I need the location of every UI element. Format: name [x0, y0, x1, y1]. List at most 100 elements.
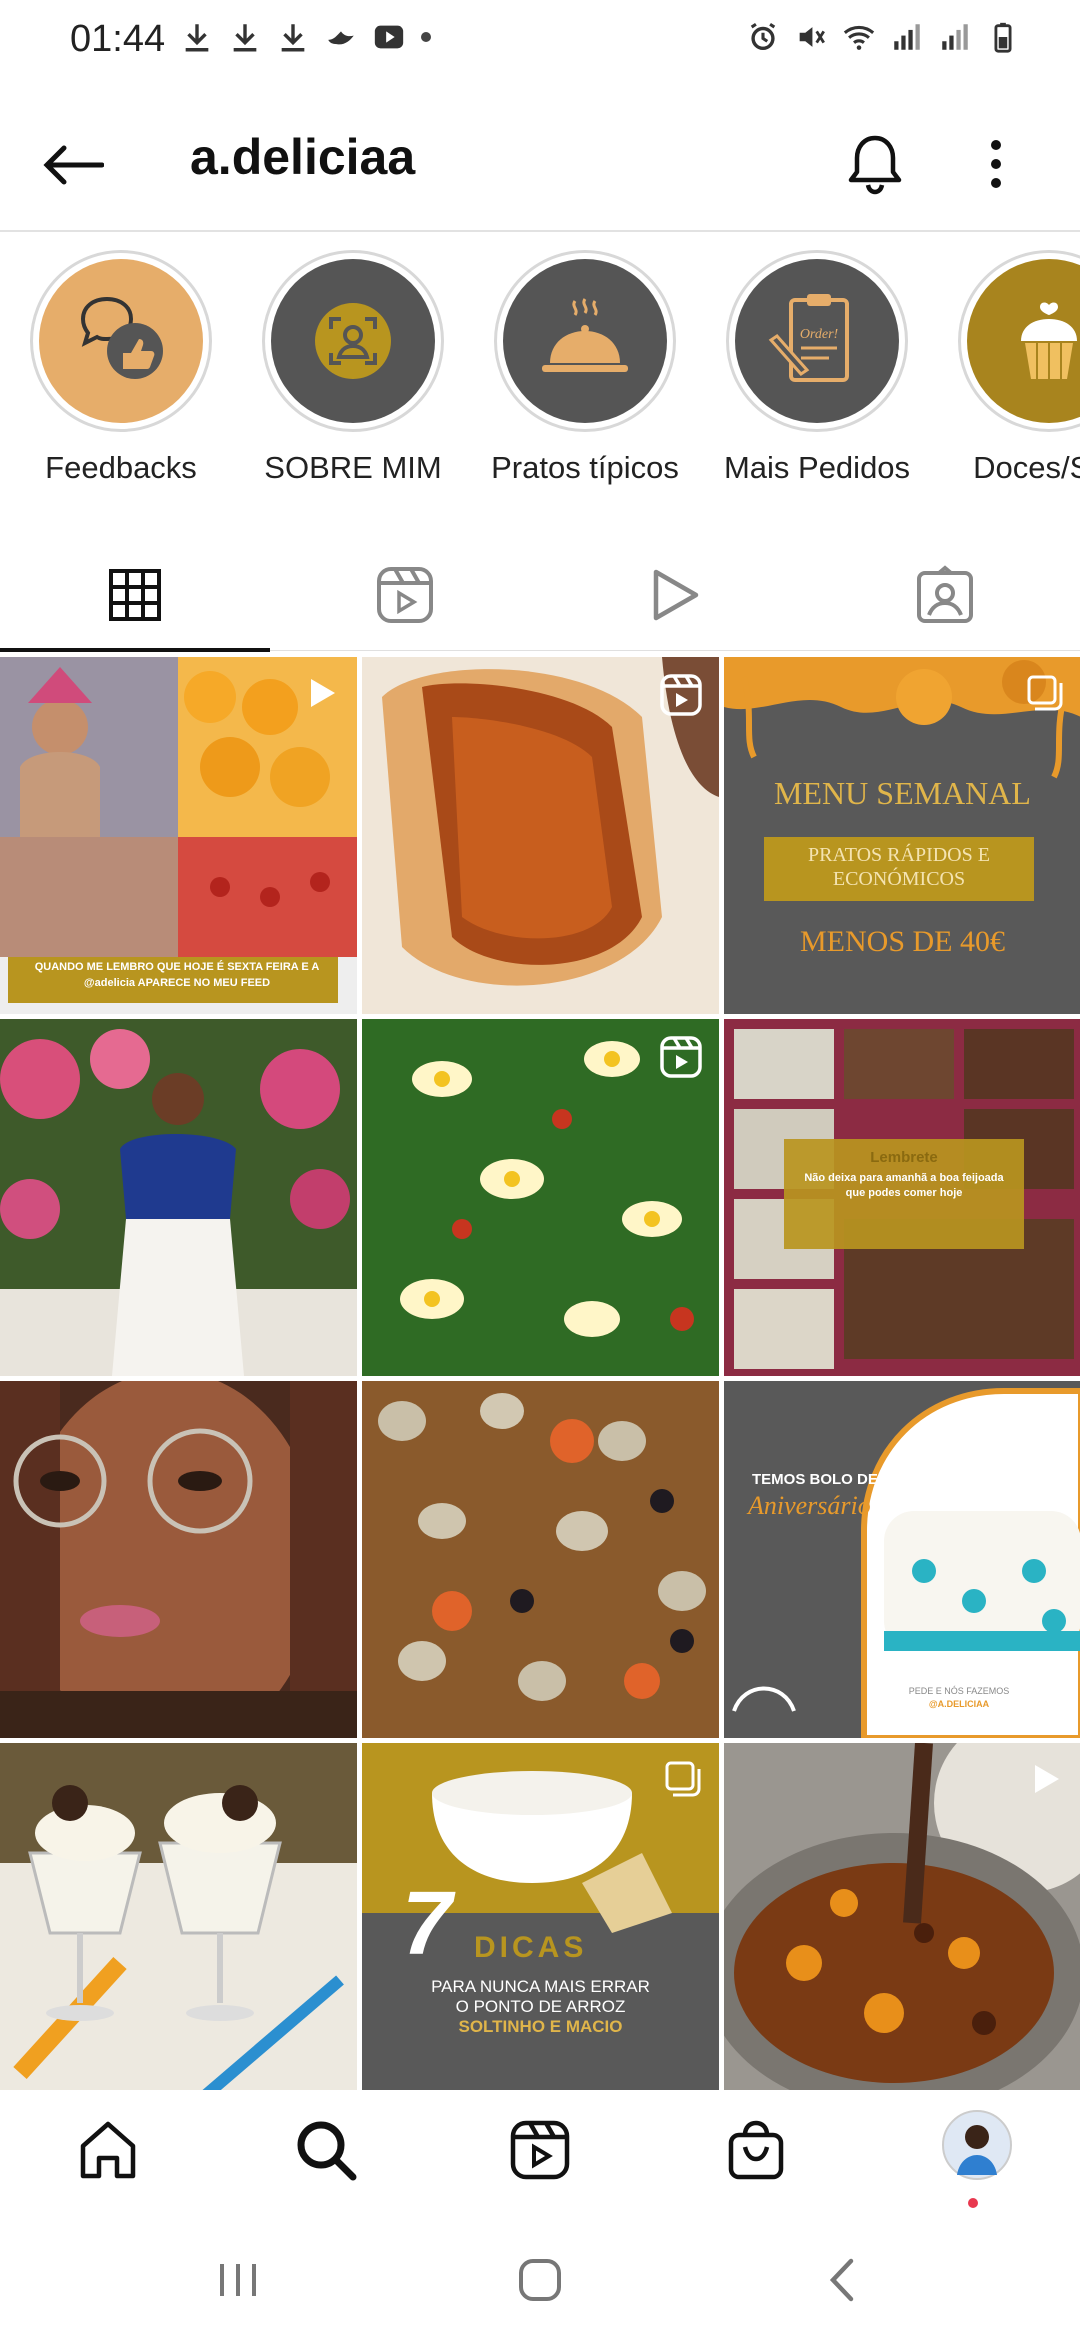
- highlight-cover: [39, 259, 203, 423]
- post-2[interactable]: [362, 657, 719, 1014]
- post-price: MENOS DE 40€: [799, 925, 1005, 958]
- caption-line: QUANDO ME LEMBRO QUE HOJE É SEXTA FEIRA …: [34, 961, 320, 973]
- posts-grid: QUANDO ME LEMBRO QUE HOJE É SEXTA FEIRA …: [0, 657, 1080, 2100]
- post-3[interactable]: MENU SEMANAL PRATOS RÁPIDOS E ECONÓMICOS…: [724, 657, 1080, 1014]
- signal-icon: [942, 24, 968, 50]
- notifications-button[interactable]: [840, 124, 910, 204]
- alarm-icon: [750, 22, 776, 51]
- post-11[interactable]: 7 DICAS PARA NUNCA MAIS ERRAR O PONTO DE…: [362, 1743, 719, 2100]
- post-caption: QUANDO ME LEMBRO QUE HOJE É SEXTA FEIRA …: [12, 959, 342, 991]
- bird-icon: [328, 31, 354, 45]
- footer-line: PEDE E NÓS FAZEMOS: [908, 1686, 1010, 1696]
- nav-home[interactable]: [68, 2110, 148, 2190]
- bell-icon: [848, 135, 902, 195]
- carousel-icon: [1027, 675, 1063, 711]
- person-frame-icon: [315, 303, 391, 379]
- highlight-cover: Order!: [735, 259, 899, 423]
- post-number: 7: [402, 1874, 453, 1974]
- nav-shop[interactable]: [716, 2110, 796, 2190]
- active-tab-indicator: [0, 648, 270, 652]
- status-time: 01:44: [70, 18, 166, 60]
- search-icon: [297, 2121, 357, 2181]
- profile-username: a.deliciaa: [190, 129, 416, 185]
- story-highlights: Feedbacks SOBRE MIM Pratos típicos Order…: [0, 250, 1080, 490]
- caption-line: @adelicia APARECE NO MEU FEED: [83, 977, 271, 989]
- nav-profile[interactable]: [932, 2100, 1022, 2190]
- post-5[interactable]: [362, 1019, 719, 1376]
- nav-search[interactable]: [286, 2110, 366, 2190]
- post-title: Lembrete: [870, 1149, 938, 1166]
- signal-icon: [894, 24, 920, 50]
- video-play-icon: [311, 679, 335, 707]
- post-title: DICAS: [474, 1931, 588, 1964]
- download-icon: [185, 24, 209, 52]
- post-subtitle: PARA NUNCA MAIS ERRAR O PONTO DE ARROZ S…: [362, 1977, 719, 2037]
- post-8[interactable]: [362, 1381, 719, 1738]
- post-9[interactable]: TEMOS BOLO DE Aniversário PEDE E NÓS FAZ…: [724, 1381, 1080, 1738]
- wifi-icon: [843, 25, 875, 50]
- post-6[interactable]: Lembrete Não deixa para amanhã a boa fei…: [724, 1019, 1080, 1376]
- cloche-icon: [542, 298, 628, 372]
- home-icon: [80, 2121, 136, 2179]
- post-10[interactable]: [0, 1743, 357, 2100]
- post-script-title: Aniversário: [748, 1491, 871, 1520]
- highlight-doces[interactable]: Doces/Sob: [934, 250, 1080, 486]
- post-image: [362, 1381, 719, 1738]
- highlight-cover: [967, 259, 1080, 423]
- highlight-label: SOBRE MIM: [264, 450, 442, 485]
- video-play-icon: [1035, 1765, 1059, 1793]
- back-system-button[interactable]: [802, 2250, 882, 2310]
- avatar: [942, 2110, 1012, 2180]
- reels-icon: [377, 567, 433, 623]
- post-image: [0, 1019, 357, 1376]
- svg-text:Order!: Order!: [800, 327, 839, 342]
- footer-line: @A.DELICIAA: [928, 1699, 990, 1709]
- mute-icon: [799, 27, 825, 47]
- nav-reels[interactable]: [500, 2110, 580, 2190]
- tab-reels[interactable]: [270, 540, 540, 650]
- recent-apps-button[interactable]: [198, 2250, 278, 2310]
- chevron-left-icon: [829, 2258, 854, 2302]
- subtitle-line: Não deixa para amanhã a boa feijoada: [804, 1172, 1004, 1184]
- highlight-ring: [494, 250, 676, 432]
- notification-dot-icon: [421, 32, 431, 42]
- tab-tagged[interactable]: [810, 540, 1080, 650]
- home-system-button[interactable]: [500, 2250, 580, 2310]
- subtitle-line: PRATOS RÁPIDOS E: [808, 844, 990, 866]
- post-12[interactable]: [724, 1743, 1080, 2100]
- tab-grid[interactable]: [0, 540, 270, 650]
- highlight-pratos-tipicos[interactable]: Pratos típicos: [470, 250, 700, 486]
- bottom-navigation: [0, 2090, 1080, 2210]
- subtitle-line: SOLTINHO E MACIO: [458, 2017, 623, 2036]
- highlight-ring: [30, 250, 212, 432]
- grid-icon: [109, 569, 161, 621]
- more-vertical-icon: [991, 140, 1001, 188]
- more-options-button[interactable]: [968, 124, 1024, 204]
- back-button[interactable]: [38, 130, 108, 200]
- back-arrow-icon: [43, 145, 104, 185]
- post-subtitle: Não deixa para amanhã a boa feijoada que…: [784, 1171, 1024, 1201]
- post-1[interactable]: QUANDO ME LEMBRO QUE HOJE É SEXTA FEIRA …: [0, 657, 357, 1014]
- download-icon: [281, 24, 305, 52]
- profile-header: a.deliciaa: [0, 100, 1080, 230]
- post-7[interactable]: [0, 1381, 357, 1738]
- highlight-label: Doces/Sob: [973, 450, 1080, 485]
- carousel-icon: [1027, 1399, 1063, 1435]
- battery-icon: [994, 22, 1012, 53]
- highlight-label: Mais Pedidos: [723, 450, 911, 485]
- subtitle-line: que podes comer hoje: [845, 1187, 963, 1199]
- highlight-label: Feedbacks: [45, 450, 197, 485]
- post-image: [0, 1743, 357, 2100]
- recents-icon: [220, 2264, 256, 2296]
- post-title: TEMOS BOLO DE: [752, 1471, 878, 1488]
- tab-videos[interactable]: [540, 540, 810, 650]
- highlight-cover: [271, 259, 435, 423]
- video-play-icon: [653, 569, 699, 621]
- highlight-sobre-mim[interactable]: SOBRE MIM: [238, 250, 468, 486]
- highlight-label: Pratos típicos: [491, 450, 679, 485]
- highlight-cover: [503, 259, 667, 423]
- order-clipboard-icon: Order!: [768, 294, 849, 382]
- highlight-mais-pedidos[interactable]: Order! Mais Pedidos: [702, 250, 932, 486]
- post-4[interactable]: [0, 1019, 357, 1376]
- highlight-feedbacks[interactable]: Feedbacks: [6, 250, 236, 486]
